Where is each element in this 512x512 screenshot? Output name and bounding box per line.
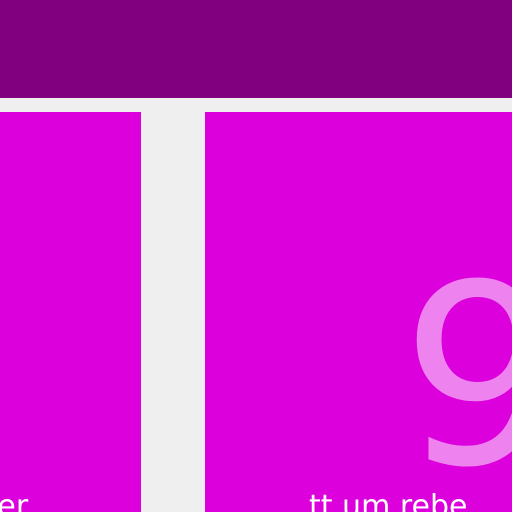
header-bar bbox=[0, 0, 512, 98]
tile-right-caption: tt um rebe bbox=[309, 489, 468, 512]
tile-right-number: 9 bbox=[401, 231, 512, 512]
tile-left-caption: oder bbox=[0, 489, 29, 512]
tile-left[interactable]: oder bbox=[0, 112, 141, 512]
start-screen: oder 9 tt um rebe bbox=[0, 0, 512, 512]
tile-right[interactable]: 9 tt um rebe bbox=[205, 112, 512, 512]
